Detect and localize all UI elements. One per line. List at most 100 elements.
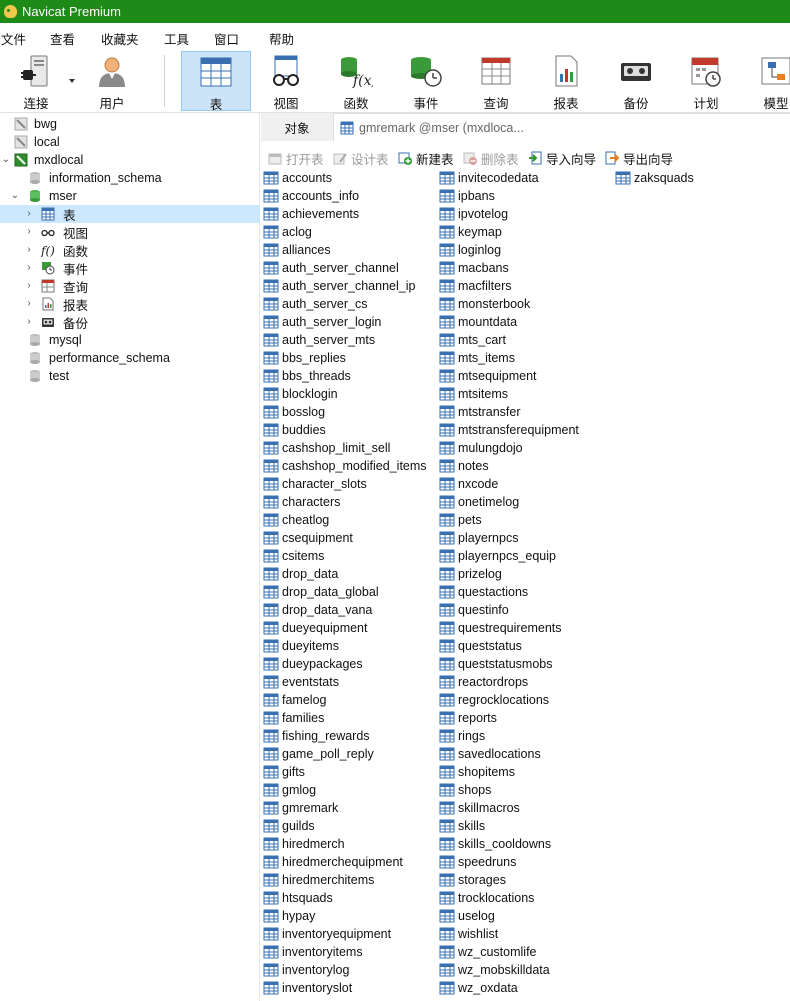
tab-objects[interactable]: 对象 bbox=[261, 113, 333, 141]
tree-connection-local[interactable]: local bbox=[0, 133, 260, 151]
table-list-item[interactable]: bbs_threads bbox=[263, 367, 351, 385]
toolbar-query-button[interactable]: 查询 bbox=[461, 51, 531, 111]
tree-node-backups[interactable]: › 备份 bbox=[0, 313, 260, 331]
toolbar-report-button[interactable]: 报表 bbox=[531, 51, 601, 111]
table-list-item[interactable]: bosslog bbox=[263, 403, 325, 421]
table-list-item[interactable]: inventoryitems bbox=[263, 943, 363, 961]
design-table-button[interactable]: 设计表 bbox=[333, 149, 389, 167]
table-list-item[interactable]: storages bbox=[439, 871, 506, 889]
table-list-item[interactable]: skills bbox=[439, 817, 485, 835]
table-list-item[interactable]: wz_mobskilldata bbox=[439, 961, 550, 979]
table-list-item[interactable]: loginlog bbox=[439, 241, 501, 259]
tree-node-events[interactable]: › 事件 bbox=[0, 259, 260, 277]
tree-connection-bwg[interactable]: bwg bbox=[0, 115, 260, 133]
table-list-item[interactable]: drop_data_vana bbox=[263, 601, 372, 619]
table-list-item[interactable]: mtsitems bbox=[439, 385, 508, 403]
table-list-item[interactable]: macfilters bbox=[439, 277, 511, 295]
table-list-item[interactable]: playernpcs bbox=[439, 529, 518, 547]
toolbar-backup-button[interactable]: 备份 bbox=[601, 51, 671, 111]
table-list-item[interactable]: skillmacros bbox=[439, 799, 520, 817]
table-list-item[interactable]: bbs_replies bbox=[263, 349, 346, 367]
table-list-item[interactable]: eventstats bbox=[263, 673, 339, 691]
chevron-right-icon[interactable]: › bbox=[24, 245, 34, 255]
table-list-item[interactable]: skills_cooldowns bbox=[439, 835, 551, 853]
table-list-item[interactable]: gmremark bbox=[263, 799, 338, 817]
table-list-item[interactable]: mts_items bbox=[439, 349, 515, 367]
table-list-item[interactable]: questinfo bbox=[439, 601, 509, 619]
table-list-item[interactable]: gmlog bbox=[263, 781, 316, 799]
table-list-item[interactable]: gifts bbox=[263, 763, 305, 781]
table-list-item[interactable]: mountdata bbox=[439, 313, 517, 331]
tree-node-reports[interactable]: › 报表 bbox=[0, 295, 260, 313]
table-list-item[interactable]: mts_cart bbox=[439, 331, 506, 349]
table-list-item[interactable]: hiredmerchequipment bbox=[263, 853, 403, 871]
table-list-item[interactable]: blocklogin bbox=[263, 385, 338, 403]
table-list-item[interactable]: reports bbox=[439, 709, 497, 727]
table-list-item[interactable]: auth_server_login bbox=[263, 313, 381, 331]
table-list-item[interactable]: speedruns bbox=[439, 853, 516, 871]
table-list-item[interactable]: nxcode bbox=[439, 475, 498, 493]
menu-view[interactable]: 查看 bbox=[50, 29, 75, 48]
table-list-item[interactable]: game_poll_reply bbox=[263, 745, 374, 763]
table-list-item[interactable]: wz_oxdata bbox=[439, 979, 518, 997]
delete-table-button[interactable]: 删除表 bbox=[463, 149, 519, 167]
tree-connection-mxdlocal[interactable]: ⌄ mxdlocal bbox=[0, 151, 260, 169]
table-list-item[interactable]: savedlocations bbox=[439, 745, 541, 763]
tree-database-information-schema[interactable]: information_schema bbox=[0, 169, 260, 187]
menu-help[interactable]: 帮助 bbox=[269, 29, 294, 48]
table-list-item[interactable]: notes bbox=[439, 457, 489, 475]
toolbar-model-button[interactable]: 模型 bbox=[741, 51, 790, 111]
table-list-item[interactable]: shopitems bbox=[439, 763, 515, 781]
table-list-item[interactable]: mtsequipment bbox=[439, 367, 537, 385]
table-list-item[interactable]: achievements bbox=[263, 205, 359, 223]
table-list-item[interactable]: fishing_rewards bbox=[263, 727, 370, 745]
table-list-item[interactable]: buddies bbox=[263, 421, 326, 439]
table-list-item[interactable]: wishlist bbox=[439, 925, 498, 943]
table-list-item[interactable]: inventorylog bbox=[263, 961, 349, 979]
tab-gmremark[interactable]: gmremark @mser (mxdloca... bbox=[333, 113, 790, 141]
table-list-item[interactable]: playernpcs_equip bbox=[439, 547, 556, 565]
table-list-item[interactable]: cheatlog bbox=[263, 511, 329, 529]
table-list-item[interactable]: cashshop_limit_sell bbox=[263, 439, 390, 457]
table-list-item[interactable]: mtstransfer bbox=[439, 403, 521, 421]
table-list-item[interactable]: queststatus bbox=[439, 637, 522, 655]
menu-tools[interactable]: 工具 bbox=[164, 29, 189, 48]
table-list-item[interactable]: aclog bbox=[263, 223, 312, 241]
table-list-item[interactable]: reactordrops bbox=[439, 673, 528, 691]
table-list-item[interactable]: guilds bbox=[263, 817, 315, 835]
toolbar-event-button[interactable]: 事件 bbox=[391, 51, 461, 111]
tree-node-functions[interactable]: › f() 函数 bbox=[0, 241, 260, 259]
tree-database-mysql[interactable]: mysql bbox=[0, 331, 260, 349]
table-list-item[interactable]: invitecodedata bbox=[439, 169, 539, 187]
table-list-item[interactable]: auth_server_cs bbox=[263, 295, 367, 313]
chevron-down-icon[interactable]: ⌄ bbox=[10, 191, 20, 201]
table-list-item[interactable]: dueypackages bbox=[263, 655, 363, 673]
table-list-item[interactable]: macbans bbox=[439, 259, 509, 277]
table-list-item[interactable]: families bbox=[263, 709, 324, 727]
chevron-down-icon[interactable] bbox=[69, 79, 75, 83]
tree-node-tables[interactable]: › 表 bbox=[0, 205, 260, 223]
table-list-item[interactable]: zaksquads bbox=[615, 169, 694, 187]
menu-favorites[interactable]: 收藏夹 bbox=[101, 29, 139, 48]
table-list-item[interactable]: htsquads bbox=[263, 889, 333, 907]
table-list-item[interactable]: dueyitems bbox=[263, 637, 339, 655]
table-list-item[interactable]: questactions bbox=[439, 583, 528, 601]
table-list-item[interactable]: mulungdojo bbox=[439, 439, 523, 457]
table-list-item[interactable]: wz_customlife bbox=[439, 943, 537, 961]
table-list-item[interactable]: monsterbook bbox=[439, 295, 530, 313]
table-list-item[interactable]: dueyequipment bbox=[263, 619, 367, 637]
table-list-item[interactable]: accounts_info bbox=[263, 187, 359, 205]
table-list-item[interactable]: famelog bbox=[263, 691, 326, 709]
chevron-right-icon[interactable]: › bbox=[24, 263, 34, 273]
toolbar-connection-button[interactable]: 连接 bbox=[1, 51, 75, 111]
table-list-item[interactable]: shops bbox=[439, 781, 491, 799]
table-list-item[interactable]: character_slots bbox=[263, 475, 367, 493]
table-list-item[interactable]: trocklocations bbox=[439, 889, 534, 907]
import-wizard-button[interactable]: 导入向导 bbox=[528, 149, 596, 167]
toolbar-schedule-button[interactable]: 计划 bbox=[671, 51, 741, 111]
table-list-item[interactable]: ipvotelog bbox=[439, 205, 508, 223]
toolbar-table-button[interactable]: 表 bbox=[181, 51, 251, 112]
table-list-item[interactable]: hiredmerchitems bbox=[263, 871, 374, 889]
table-list-item[interactable]: inventoryequipment bbox=[263, 925, 391, 943]
table-list-item[interactable]: hypay bbox=[263, 907, 315, 925]
